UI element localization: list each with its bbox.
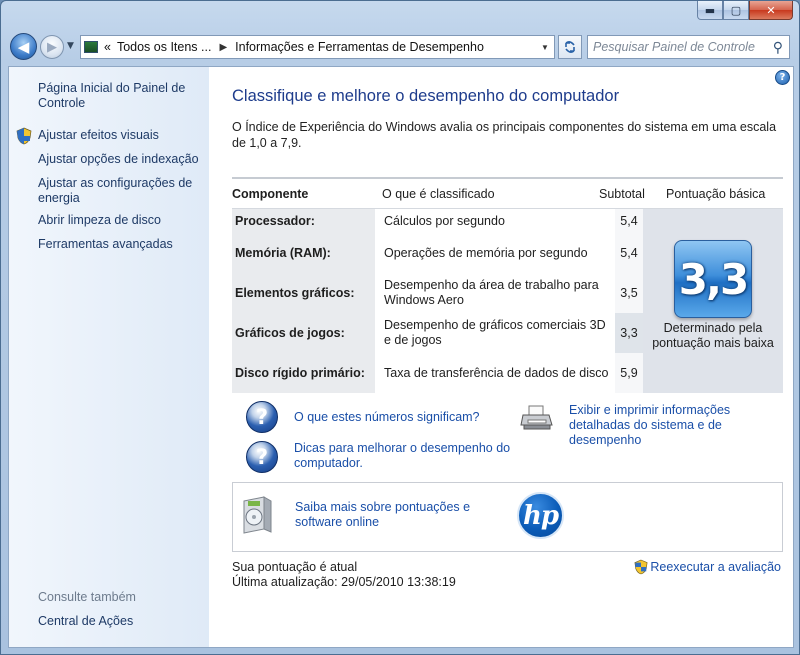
row-what: Cálculos por segundo: [375, 209, 615, 233]
row-component: Disco rígido primário:: [232, 353, 375, 393]
help-icon[interactable]: ?: [775, 70, 790, 85]
sidebar-home-link[interactable]: Página Inicial do Painel de Controle: [38, 81, 198, 111]
maximize-button[interactable]: ▢: [723, 1, 749, 20]
minimize-button[interactable]: ▬: [697, 1, 723, 20]
row-what: Desempenho da área de trabalho para Wind…: [375, 273, 615, 313]
content-area: Página Inicial do Painel de Controle Aju…: [8, 66, 794, 648]
back-arrow-icon: ◀: [17, 37, 30, 56]
uac-shield-icon: [16, 127, 32, 145]
control-panel-icon: [84, 41, 98, 53]
forward-button[interactable]: ▶: [40, 35, 64, 59]
breadcrumb-separator-icon[interactable]: ▶: [219, 42, 227, 53]
help-question-icon: ?: [246, 441, 278, 473]
header-base-score: Pontuação básica: [666, 187, 766, 201]
main-panel: ? Classifique e melhore o desempenho do …: [232, 67, 793, 647]
recent-pages-dropdown[interactable]: ▼: [67, 41, 74, 51]
forward-arrow-icon: ▶: [47, 39, 57, 55]
performance-tips-link[interactable]: Dicas para melhorar o desempenho do comp…: [294, 441, 514, 471]
score-table: Componente O que é classificado Subtotal…: [232, 177, 783, 393]
row-subtotal: 5,9: [615, 353, 643, 393]
header-what: O que é classificado: [382, 187, 495, 201]
status-last-update: Última atualização: 29/05/2010 13:38:19: [232, 575, 456, 589]
base-score-badge: 3,3: [674, 240, 752, 318]
back-button[interactable]: ◀: [10, 33, 37, 60]
sidebar-item-action-center[interactable]: Central de Ações: [38, 614, 133, 629]
page-title: Classifique e melhore o desempenho do co…: [232, 87, 620, 105]
promo-box: Saiba mais sobre pontuações e software o…: [232, 482, 783, 552]
sidebar: Página Inicial do Painel de Controle Aju…: [9, 67, 209, 647]
window: ▬ ▢ ✕ ◀ ▶ ▼ « Todos os Itens ... ▶ Infor…: [0, 0, 800, 655]
navigation-bar: ◀ ▶ ▼ « Todos os Itens ... ▶ Informações…: [10, 33, 790, 61]
help-question-icon: ?: [246, 401, 278, 433]
search-placeholder: Pesquisar Painel de Controle: [593, 40, 755, 54]
rerun-assessment-link[interactable]: Reexecutar a avaliação: [634, 559, 781, 575]
software-box-icon: [243, 496, 272, 534]
close-button[interactable]: ✕: [749, 1, 793, 20]
header-component: Componente: [232, 187, 309, 201]
hp-logo[interactable]: hp: [517, 492, 564, 539]
status-text: Sua pontuação é atual Última atualização…: [232, 560, 456, 590]
search-input[interactable]: Pesquisar Painel de Controle ⚲: [587, 35, 790, 59]
row-component: Gráficos de jogos:: [232, 313, 375, 353]
what-numbers-mean-link[interactable]: O que estes números significam?: [294, 410, 480, 425]
row-what: Operações de memória por segundo: [375, 233, 615, 273]
refresh-button[interactable]: [558, 35, 582, 59]
caption-buttons: ▬ ▢ ✕: [697, 1, 793, 20]
breadcrumb-all-items[interactable]: Todos os Itens ...: [117, 40, 212, 54]
row-component: Elementos gráficos:: [232, 273, 375, 313]
row-component: Memória (RAM):: [232, 233, 375, 273]
page-description: O Índice de Experiência do Windows avali…: [232, 120, 777, 150]
search-icon[interactable]: ⚲: [773, 39, 783, 56]
uac-shield-icon: [634, 559, 648, 575]
status-current: Sua pontuação é atual: [232, 560, 358, 574]
base-score-caption: Determinado pela pontuação mais baixa: [652, 321, 774, 350]
print-details-link[interactable]: Exibir e imprimir informações detalhadas…: [569, 403, 789, 448]
sidebar-item-disk-cleanup[interactable]: Abrir limpeza de disco: [38, 213, 161, 228]
row-what: Taxa de transferência de dados de disco: [375, 353, 615, 393]
row-component: Processador:: [232, 209, 375, 233]
breadcrumb-performance[interactable]: Informações e Ferramentas de Desempenho: [235, 40, 484, 54]
sidebar-item-advanced-tools[interactable]: Ferramentas avançadas: [38, 237, 173, 252]
base-score-panel: 3,3 Determinado pela pontuação mais baix…: [643, 209, 783, 393]
row-subtotal-lowest: 3,3: [615, 313, 643, 353]
row-subtotal: 5,4: [615, 233, 643, 273]
sidebar-item-visual-effects[interactable]: Ajustar efeitos visuais: [38, 128, 159, 143]
sidebar-item-power[interactable]: Ajustar as configurações de energia: [38, 176, 198, 206]
refresh-icon: [565, 41, 575, 53]
printer-icon: [520, 405, 553, 430]
address-bar[interactable]: « Todos os Itens ... ▶ Informações e Fer…: [80, 35, 555, 59]
row-subtotal: 3,5: [615, 273, 643, 313]
header-subtotal: Subtotal: [599, 187, 645, 201]
rerun-label[interactable]: Reexecutar a avaliação: [650, 560, 781, 574]
promo-link[interactable]: Saiba mais sobre pontuações e software o…: [295, 500, 475, 530]
address-dropdown-icon[interactable]: ▼: [536, 43, 554, 52]
row-what: Desempenho de gráficos comerciais 3D e d…: [375, 313, 615, 353]
sidebar-item-indexing[interactable]: Ajustar opções de indexação: [38, 152, 199, 167]
see-also-heading: Consulte também: [38, 590, 136, 604]
row-subtotal: 5,4: [615, 209, 643, 233]
table-header: Componente O que é classificado Subtotal…: [232, 177, 783, 209]
address-chevrons[interactable]: «: [104, 40, 111, 54]
